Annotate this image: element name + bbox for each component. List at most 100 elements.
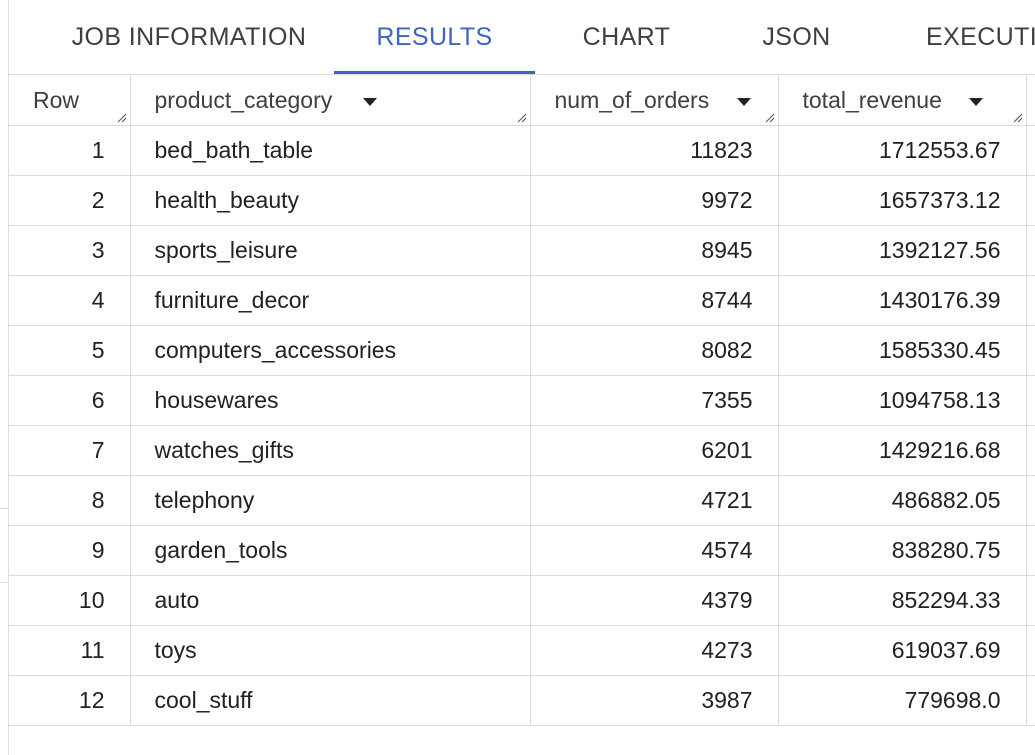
product-category-cell[interactable]: bed_bath_table (130, 125, 531, 176)
total-revenue-cell[interactable]: 1094758.13 (778, 375, 1027, 426)
product-category-cell[interactable]: computers_accessories (130, 325, 531, 376)
row-filler (1026, 525, 1035, 576)
num-of-orders-cell[interactable]: 4273 (530, 625, 779, 676)
row-number-cell[interactable]: 3 (9, 225, 131, 276)
column-header-product-category[interactable]: product_category (130, 75, 531, 126)
num-of-orders-cell[interactable]: 3987 (530, 675, 779, 726)
product-category-cell[interactable]: garden_tools (130, 525, 531, 576)
header-filler (1026, 75, 1035, 126)
sort-down-icon[interactable] (736, 98, 751, 106)
tab-chart[interactable]: CHART (554, 0, 699, 74)
results-table-container[interactable]: Row product_category num_of_orders total… (9, 75, 1035, 755)
table-row[interactable]: 10 auto 4379 852294.33 (9, 575, 1035, 626)
row-number-cell[interactable]: 2 (9, 175, 131, 226)
table-row[interactable]: 12 cool_stuff 3987 779698.0 (9, 675, 1035, 726)
table-header-row: Row product_category num_of_orders total… (9, 75, 1035, 126)
table-row[interactable]: 4 furniture_decor 8744 1430176.39 (9, 275, 1035, 326)
row-filler (1026, 125, 1035, 176)
column-header-label: product_category (154, 87, 333, 113)
total-revenue-cell[interactable]: 1430176.39 (778, 275, 1027, 326)
total-revenue-cell[interactable]: 779698.0 (778, 675, 1027, 726)
column-header-label: total_revenue (802, 87, 942, 113)
query-results-panel: JOB INFORMATION RESULTS CHART JSON EXECU… (8, 0, 1035, 755)
table-row[interactable]: 3 sports_leisure 8945 1392127.56 (9, 225, 1035, 276)
product-category-cell[interactable]: auto (130, 575, 531, 626)
product-category-cell[interactable]: health_beauty (130, 175, 531, 226)
row-number-cell[interactable]: 10 (9, 575, 131, 626)
total-revenue-cell[interactable]: 1712553.67 (778, 125, 1027, 176)
tab-execution-details[interactable]: EXECUTIO (926, 0, 1035, 74)
column-header-row[interactable]: Row (9, 75, 131, 126)
table-row[interactable]: 2 health_beauty 9972 1657373.12 (9, 175, 1035, 226)
total-revenue-cell[interactable]: 852294.33 (778, 575, 1027, 626)
column-header-total-revenue[interactable]: total_revenue (778, 75, 1027, 126)
row-filler (1026, 275, 1035, 326)
product-category-cell[interactable]: toys (130, 625, 531, 676)
table-row[interactable]: 11 toys 4273 619037.69 (9, 625, 1035, 676)
column-resize-grip-icon[interactable] (1011, 111, 1023, 123)
tab-json[interactable]: JSON (734, 0, 859, 74)
row-filler (1026, 675, 1035, 726)
row-filler (1026, 375, 1035, 426)
row-number-cell[interactable]: 12 (9, 675, 131, 726)
row-number-cell[interactable]: 11 (9, 625, 131, 676)
num-of-orders-cell[interactable]: 4721 (530, 475, 779, 526)
sort-down-icon[interactable] (362, 98, 377, 106)
table-row[interactable]: 5 computers_accessories 8082 1585330.45 (9, 325, 1035, 376)
num-of-orders-cell[interactable]: 4379 (530, 575, 779, 626)
num-of-orders-cell[interactable]: 7355 (530, 375, 779, 426)
total-revenue-cell[interactable]: 838280.75 (778, 525, 1027, 576)
results-table: Row product_category num_of_orders total… (9, 75, 1035, 726)
table-row[interactable]: 1 bed_bath_table 11823 1712553.67 (9, 125, 1035, 176)
row-number-cell[interactable]: 4 (9, 275, 131, 326)
row-filler (1026, 425, 1035, 476)
total-revenue-cell[interactable]: 486882.05 (778, 475, 1027, 526)
sort-down-icon[interactable] (968, 98, 983, 106)
column-resize-grip-icon[interactable] (763, 111, 775, 123)
table-row[interactable]: 9 garden_tools 4574 838280.75 (9, 525, 1035, 576)
column-header-label: Row (33, 87, 80, 113)
row-number-cell[interactable]: 7 (9, 425, 131, 476)
column-header-num-of-orders[interactable]: num_of_orders (530, 75, 779, 126)
row-filler (1026, 575, 1035, 626)
column-resize-grip-icon[interactable] (115, 111, 127, 123)
num-of-orders-cell[interactable]: 9972 (530, 175, 779, 226)
table-row[interactable]: 6 housewares 7355 1094758.13 (9, 375, 1035, 426)
total-revenue-cell[interactable]: 1392127.56 (778, 225, 1027, 276)
tab-results[interactable]: RESULTS (334, 0, 535, 74)
row-number-cell[interactable]: 5 (9, 325, 131, 376)
total-revenue-cell[interactable]: 619037.69 (778, 625, 1027, 676)
table-row[interactable]: 8 telephony 4721 486882.05 (9, 475, 1035, 526)
row-number-cell[interactable]: 6 (9, 375, 131, 426)
total-revenue-cell[interactable]: 1585330.45 (778, 325, 1027, 376)
column-header-label: num_of_orders (554, 87, 710, 113)
row-filler (1026, 175, 1035, 226)
table-row[interactable]: 7 watches_gifts 6201 1429216.68 (9, 425, 1035, 476)
product-category-cell[interactable]: sports_leisure (130, 225, 531, 276)
column-resize-grip-icon[interactable] (515, 111, 527, 123)
num-of-orders-cell[interactable]: 4574 (530, 525, 779, 576)
num-of-orders-cell[interactable]: 11823 (530, 125, 779, 176)
divider (0, 582, 8, 583)
total-revenue-cell[interactable]: 1429216.68 (778, 425, 1027, 476)
results-tab-bar: JOB INFORMATION RESULTS CHART JSON EXECU… (9, 0, 1035, 75)
product-category-cell[interactable]: telephony (130, 475, 531, 526)
num-of-orders-cell[interactable]: 8945 (530, 225, 779, 276)
tab-job-information[interactable]: JOB INFORMATION (39, 0, 339, 74)
product-category-cell[interactable]: furniture_decor (130, 275, 531, 326)
num-of-orders-cell[interactable]: 6201 (530, 425, 779, 476)
product-category-cell[interactable]: cool_stuff (130, 675, 531, 726)
row-number-cell[interactable]: 8 (9, 475, 131, 526)
row-filler (1026, 475, 1035, 526)
product-category-cell[interactable]: housewares (130, 375, 531, 426)
num-of-orders-cell[interactable]: 8744 (530, 275, 779, 326)
divider (0, 508, 8, 509)
row-number-cell[interactable]: 9 (9, 525, 131, 576)
row-number-cell[interactable]: 1 (9, 125, 131, 176)
total-revenue-cell[interactable]: 1657373.12 (778, 175, 1027, 226)
bigquery-results-page: JOB INFORMATION RESULTS CHART JSON EXECU… (0, 0, 1035, 755)
left-edge (0, 0, 8, 755)
num-of-orders-cell[interactable]: 8082 (530, 325, 779, 376)
row-filler (1026, 325, 1035, 376)
product-category-cell[interactable]: watches_gifts (130, 425, 531, 476)
